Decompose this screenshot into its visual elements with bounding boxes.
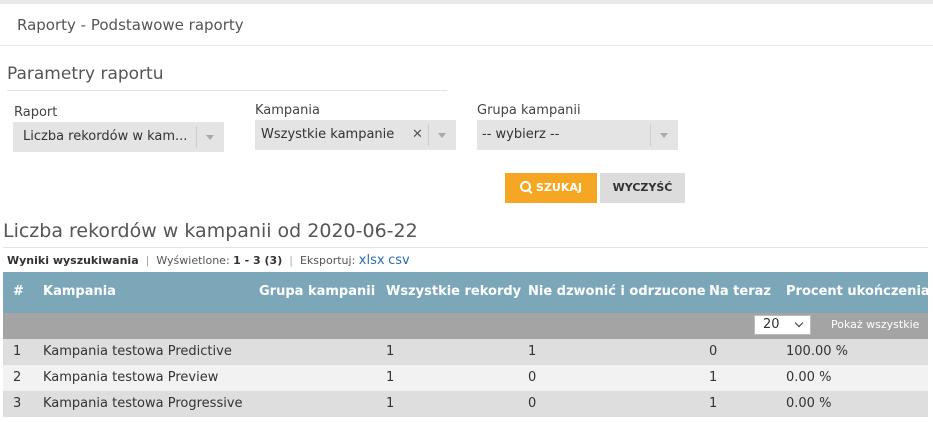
- chevron-down-icon: [206, 135, 214, 140]
- group-label: Grupa kampanii: [477, 103, 581, 118]
- table-row[interactable]: 2 Kampania testowa Preview 1 0 1 0.00 %: [3, 365, 928, 391]
- page-title: Raporty - Podstawowe raporty: [17, 16, 244, 34]
- cell-campaign: Kampania testowa Predictive: [43, 344, 232, 359]
- chevron-down-icon: [794, 318, 804, 328]
- report-select[interactable]: Liczba rekordów w kam...: [13, 122, 224, 152]
- clear-button[interactable]: WYCZYŚĆ: [600, 173, 685, 203]
- page-size-value: 20: [763, 317, 780, 332]
- export-csv-link[interactable]: csv: [388, 253, 410, 268]
- clear-button-label: WYCZYŚĆ: [612, 181, 673, 194]
- column-header[interactable]: Nie dzwonić i odrzucone: [528, 284, 706, 299]
- show-all-link[interactable]: Pokaż wszystkie: [831, 318, 919, 331]
- column-header[interactable]: Wszystkie rekordy: [386, 284, 521, 299]
- report-label: Raport: [14, 105, 58, 120]
- group-select[interactable]: -- wybierz --: [477, 120, 678, 150]
- column-header[interactable]: #: [13, 284, 24, 299]
- cell-now: 0: [709, 344, 718, 359]
- shown-label: Wyświetlone:: [156, 254, 230, 267]
- table-row[interactable]: 1 Kampania testowa Predictive 1 1 0 100.…: [3, 339, 928, 365]
- column-header[interactable]: Grupa kampanii: [259, 284, 375, 299]
- column-header[interactable]: Na teraz: [709, 284, 771, 299]
- cell-campaign: Kampania testowa Preview: [43, 370, 219, 385]
- cell-percent: 100.00 %: [786, 344, 848, 359]
- page-size-select[interactable]: 20: [754, 315, 811, 335]
- column-header[interactable]: Kampania: [43, 284, 116, 299]
- search-button[interactable]: SZUKAJ: [505, 173, 597, 203]
- cell-index: 1: [13, 344, 22, 359]
- cell-percent: 0.00 %: [786, 370, 832, 385]
- cell-dnc-rejected: 1: [528, 344, 537, 359]
- results-label: Wyniki wyszukiwania: [7, 254, 139, 267]
- export-label: Eksportuj:: [299, 254, 356, 267]
- shown-value: 1 - 3 (3): [233, 254, 283, 267]
- cell-dnc-rejected: 0: [528, 396, 537, 411]
- campaign-select[interactable]: Wszystkie kampanie ✕: [255, 120, 456, 150]
- page-header: Raporty - Podstawowe raporty: [0, 4, 933, 46]
- campaign-select-value: Wszystkie kampanie: [261, 127, 395, 142]
- cell-index: 3: [13, 396, 22, 411]
- cell-all-records: 1: [386, 396, 395, 411]
- pager-bar: 20 Pokaż wszystkie: [3, 313, 928, 339]
- cell-all-records: 1: [386, 370, 395, 385]
- campaign-label: Kampania: [255, 103, 320, 118]
- chevron-down-icon: [438, 133, 446, 138]
- group-select-value: -- wybierz --: [482, 127, 560, 142]
- report-dropdown-toggle[interactable]: [196, 126, 223, 148]
- cell-now: 1: [709, 370, 718, 385]
- cell-now: 1: [709, 396, 718, 411]
- group-dropdown-toggle[interactable]: [650, 124, 677, 146]
- divider: [3, 247, 928, 248]
- cell-dnc-rejected: 0: [528, 370, 537, 385]
- table-header: # Kampania Grupa kampanii Wszystkie reko…: [3, 272, 930, 313]
- table-row[interactable]: 3 Kampania testowa Progressive 1 0 1 0.0…: [3, 391, 928, 417]
- campaign-dropdown-toggle[interactable]: [428, 124, 455, 146]
- params-title: Parametry raportu: [7, 64, 164, 84]
- cell-index: 2: [13, 370, 22, 385]
- cell-campaign: Kampania testowa Progressive: [43, 396, 243, 411]
- search-button-label: SZUKAJ: [536, 181, 582, 194]
- results-bar: Wyniki wyszukiwania | Wyświetlone: 1 - 3 (…: [7, 253, 410, 268]
- search-icon: [520, 181, 532, 192]
- report-select-value: Liczba rekordów w kam...: [23, 129, 188, 144]
- clear-icon[interactable]: ✕: [412, 127, 423, 142]
- export-xlsx-link[interactable]: xlsx: [359, 253, 385, 268]
- column-header[interactable]: Procent ukończenia: [786, 284, 930, 299]
- cell-percent: 0.00 %: [786, 396, 832, 411]
- cell-all-records: 1: [386, 344, 395, 359]
- divider: [7, 90, 447, 91]
- chevron-down-icon: [660, 133, 668, 138]
- report-title: Liczba rekordów w kampanii od 2020-06-22: [3, 220, 418, 242]
